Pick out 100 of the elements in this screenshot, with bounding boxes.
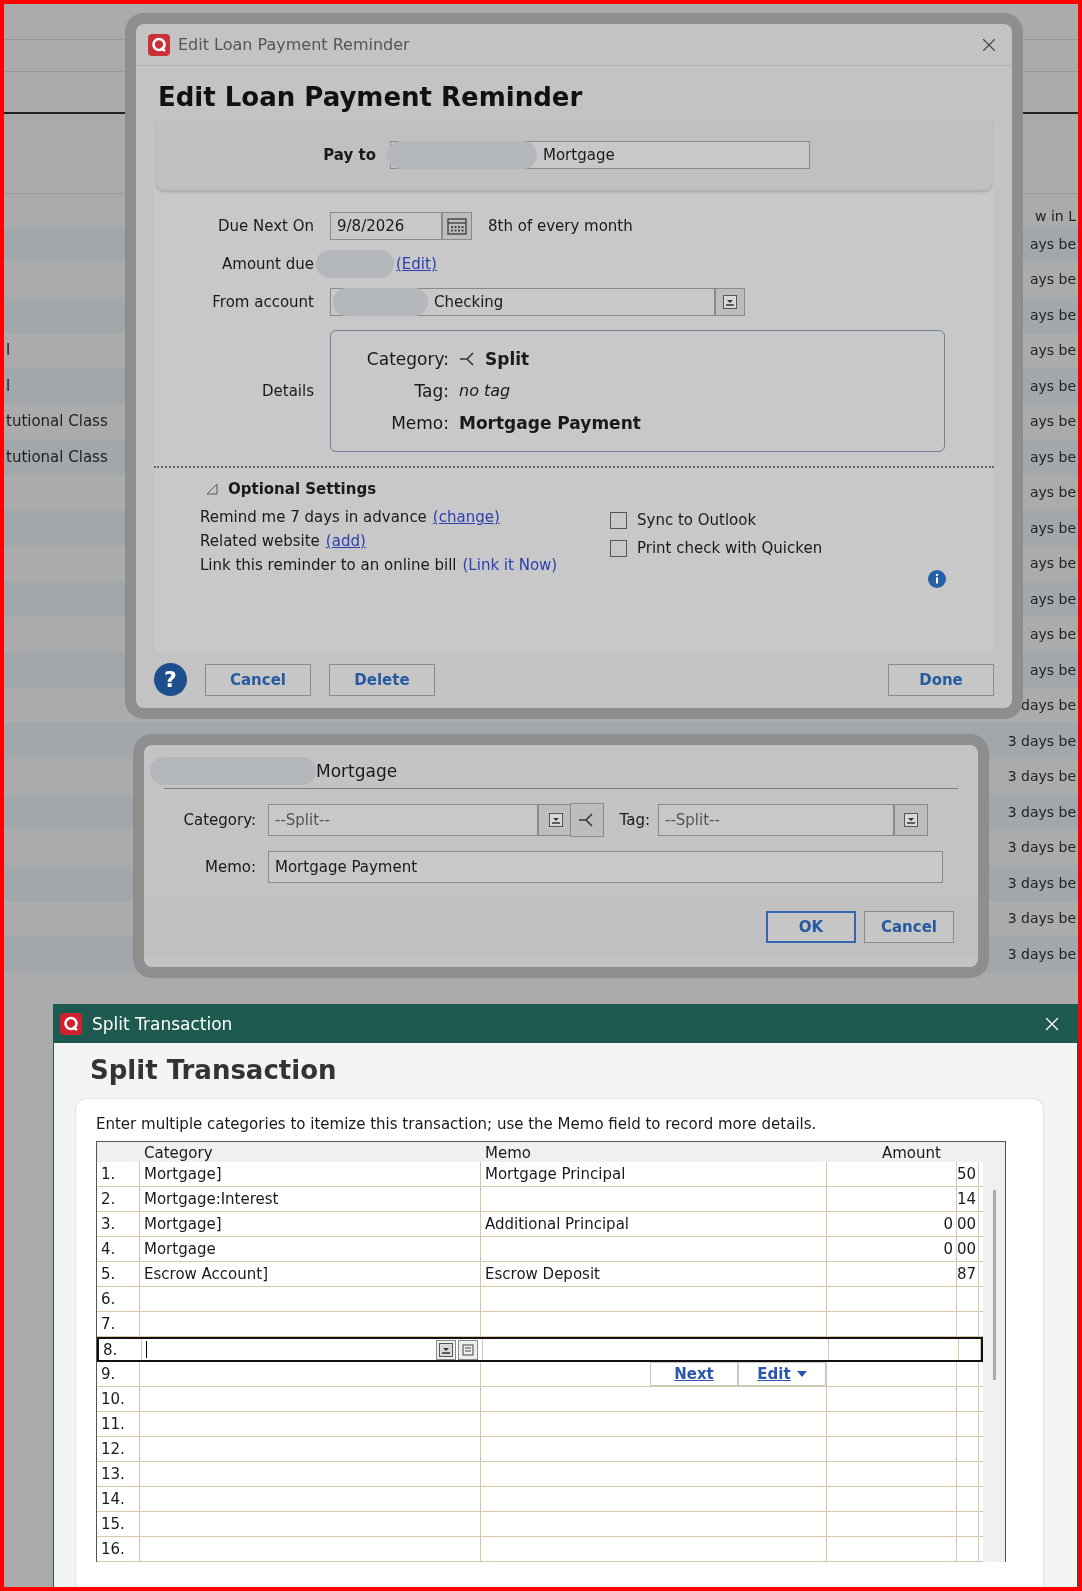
memo-value: Mortgage Payment bbox=[459, 413, 642, 433]
row-number: 16. bbox=[101, 1540, 125, 1558]
window-title: Split Transaction bbox=[92, 1014, 234, 1034]
table-row[interactable]: 4. Mortgage 0 00 bbox=[97, 1237, 983, 1262]
table-cell: 00 bbox=[956, 1240, 976, 1258]
setting-link[interactable]: (add) bbox=[325, 532, 366, 550]
row-number: 1. bbox=[101, 1165, 116, 1183]
table-cell: 14 bbox=[956, 1190, 976, 1208]
app-logo-icon bbox=[60, 1013, 82, 1035]
help-button[interactable]: ? bbox=[154, 663, 187, 696]
table-cell: Additional Principal bbox=[485, 1215, 629, 1233]
table-row[interactable]: 12. bbox=[97, 1437, 983, 1462]
row-number: 9. bbox=[101, 1365, 116, 1383]
list-cell: 3 days be bbox=[1007, 910, 1076, 927]
field-label: From account bbox=[211, 293, 314, 311]
table-row[interactable]: 3. Mortgage] Additional Principal 0 00 bbox=[97, 1212, 983, 1237]
list-cell: ays be bbox=[1029, 342, 1076, 359]
category-field[interactable]: --Split-- bbox=[268, 804, 538, 836]
list-cell: ays be bbox=[1029, 306, 1076, 323]
field-label: Pay to bbox=[322, 146, 376, 164]
payee-field[interactable]: Mortgage bbox=[390, 141, 810, 169]
dropdown-button[interactable] bbox=[436, 1339, 456, 1360]
list-cell: ays be bbox=[1029, 413, 1076, 430]
table-row[interactable]: 10. bbox=[97, 1387, 983, 1412]
table-cell: 00 bbox=[956, 1215, 976, 1233]
edit-link[interactable]: (Edit) bbox=[396, 255, 437, 273]
cancel-button[interactable]: Cancel bbox=[205, 663, 311, 696]
list-cell: l bbox=[6, 341, 11, 360]
recurrence-text: 8th of every month bbox=[488, 217, 633, 235]
list-cell: days be bbox=[1021, 697, 1076, 714]
list-cell: ays be bbox=[1029, 519, 1076, 536]
list-icon bbox=[462, 1343, 474, 1356]
tag-field[interactable]: --Split-- bbox=[658, 804, 894, 836]
scrollbar-thumb[interactable] bbox=[992, 1190, 996, 1380]
setting-link[interactable]: (Link it Now) bbox=[462, 556, 558, 574]
list-cell: ays be bbox=[1029, 271, 1076, 288]
table-cell: Mortgage] bbox=[144, 1165, 222, 1183]
table-cell: Mortgage] bbox=[144, 1215, 222, 1233]
field-label: Memo: bbox=[204, 858, 256, 876]
cancel-button[interactable]: Cancel bbox=[864, 911, 954, 943]
checkbox[interactable]: Print check with Quicken bbox=[610, 536, 946, 560]
category-value: Split bbox=[485, 349, 530, 369]
row-number: 11. bbox=[101, 1415, 125, 1433]
field-label: Tag: bbox=[618, 811, 650, 829]
table-cell: Mortgage Principal bbox=[485, 1165, 626, 1183]
memo-field[interactable]: Mortgage Payment bbox=[268, 851, 943, 883]
table-cell: 0 bbox=[943, 1215, 953, 1233]
table-cell: Escrow Account] bbox=[144, 1265, 268, 1283]
info-icon[interactable] bbox=[928, 570, 946, 588]
row-number: 10. bbox=[101, 1390, 125, 1408]
row-number: 13. bbox=[101, 1465, 125, 1483]
table-row[interactable]: 5. Escrow Account] Escrow Deposit 87 bbox=[97, 1262, 983, 1287]
setting-link[interactable]: (change) bbox=[432, 508, 500, 526]
checkbox[interactable]: Sync to Outlook bbox=[610, 508, 946, 532]
edit-menu-button[interactable]: Edit bbox=[738, 1362, 826, 1386]
done-button[interactable]: Done bbox=[888, 663, 994, 696]
selected-row[interactable]: 8. bbox=[97, 1337, 983, 1362]
table-row[interactable]: 16. bbox=[97, 1537, 983, 1562]
table-row[interactable]: 15. bbox=[97, 1512, 983, 1537]
ok-button[interactable]: OK bbox=[766, 911, 856, 943]
row-number: 14. bbox=[101, 1490, 125, 1508]
table-row[interactable]: 11. bbox=[97, 1412, 983, 1437]
payee-name: Mortgage bbox=[316, 760, 398, 781]
field-label: Category: bbox=[182, 811, 256, 829]
table-row[interactable]: 9. Next Edit bbox=[97, 1362, 983, 1387]
list-cell: ays be bbox=[1029, 235, 1076, 252]
row-number: 5. bbox=[101, 1265, 116, 1283]
list-cell: ays be bbox=[1029, 377, 1076, 394]
calendar-button[interactable] bbox=[442, 212, 472, 240]
field-label: Details bbox=[261, 382, 314, 400]
category-list-button[interactable] bbox=[458, 1339, 478, 1360]
split-button[interactable] bbox=[570, 803, 604, 837]
row-number: 15. bbox=[101, 1515, 125, 1533]
row-number: 6. bbox=[101, 1290, 116, 1308]
account-field[interactable]: Checking bbox=[330, 288, 715, 316]
instruction-text: Enter multiple categories to itemize this transaction; use the Memo field to record more details. bbox=[96, 1115, 817, 1133]
list-cell: ays be bbox=[1029, 555, 1076, 572]
list-cell: l bbox=[6, 376, 11, 395]
row-number: 3. bbox=[101, 1215, 116, 1233]
table-row[interactable]: 1. Mortgage] Mortgage Principal 50 bbox=[97, 1162, 983, 1187]
table-cell: 87 bbox=[956, 1265, 976, 1283]
dropdown-button[interactable] bbox=[894, 804, 928, 836]
field-label: Due Next On bbox=[216, 217, 314, 235]
list-cell: 3 days be bbox=[1007, 874, 1076, 891]
table-row[interactable]: 7. bbox=[97, 1312, 983, 1337]
dropdown-button[interactable] bbox=[715, 288, 745, 316]
expander-icon[interactable] bbox=[206, 483, 218, 495]
table-row[interactable]: 14. bbox=[97, 1487, 983, 1512]
list-cell: 3 days be bbox=[1007, 803, 1076, 820]
next-button[interactable]: Next bbox=[650, 1362, 738, 1386]
row-number: 7. bbox=[101, 1315, 116, 1333]
column-header: Category bbox=[143, 1144, 214, 1162]
dropdown-icon bbox=[549, 813, 563, 827]
split-icon bbox=[578, 812, 596, 828]
delete-button[interactable]: Delete bbox=[329, 663, 435, 696]
field-label: Category: bbox=[365, 349, 449, 369]
date-field[interactable]: 9/8/2026 bbox=[330, 212, 442, 240]
table-row[interactable]: 2. Mortgage:Interest 14 bbox=[97, 1187, 983, 1212]
table-row[interactable]: 13. bbox=[97, 1462, 983, 1487]
table-row[interactable]: 6. bbox=[97, 1287, 983, 1312]
